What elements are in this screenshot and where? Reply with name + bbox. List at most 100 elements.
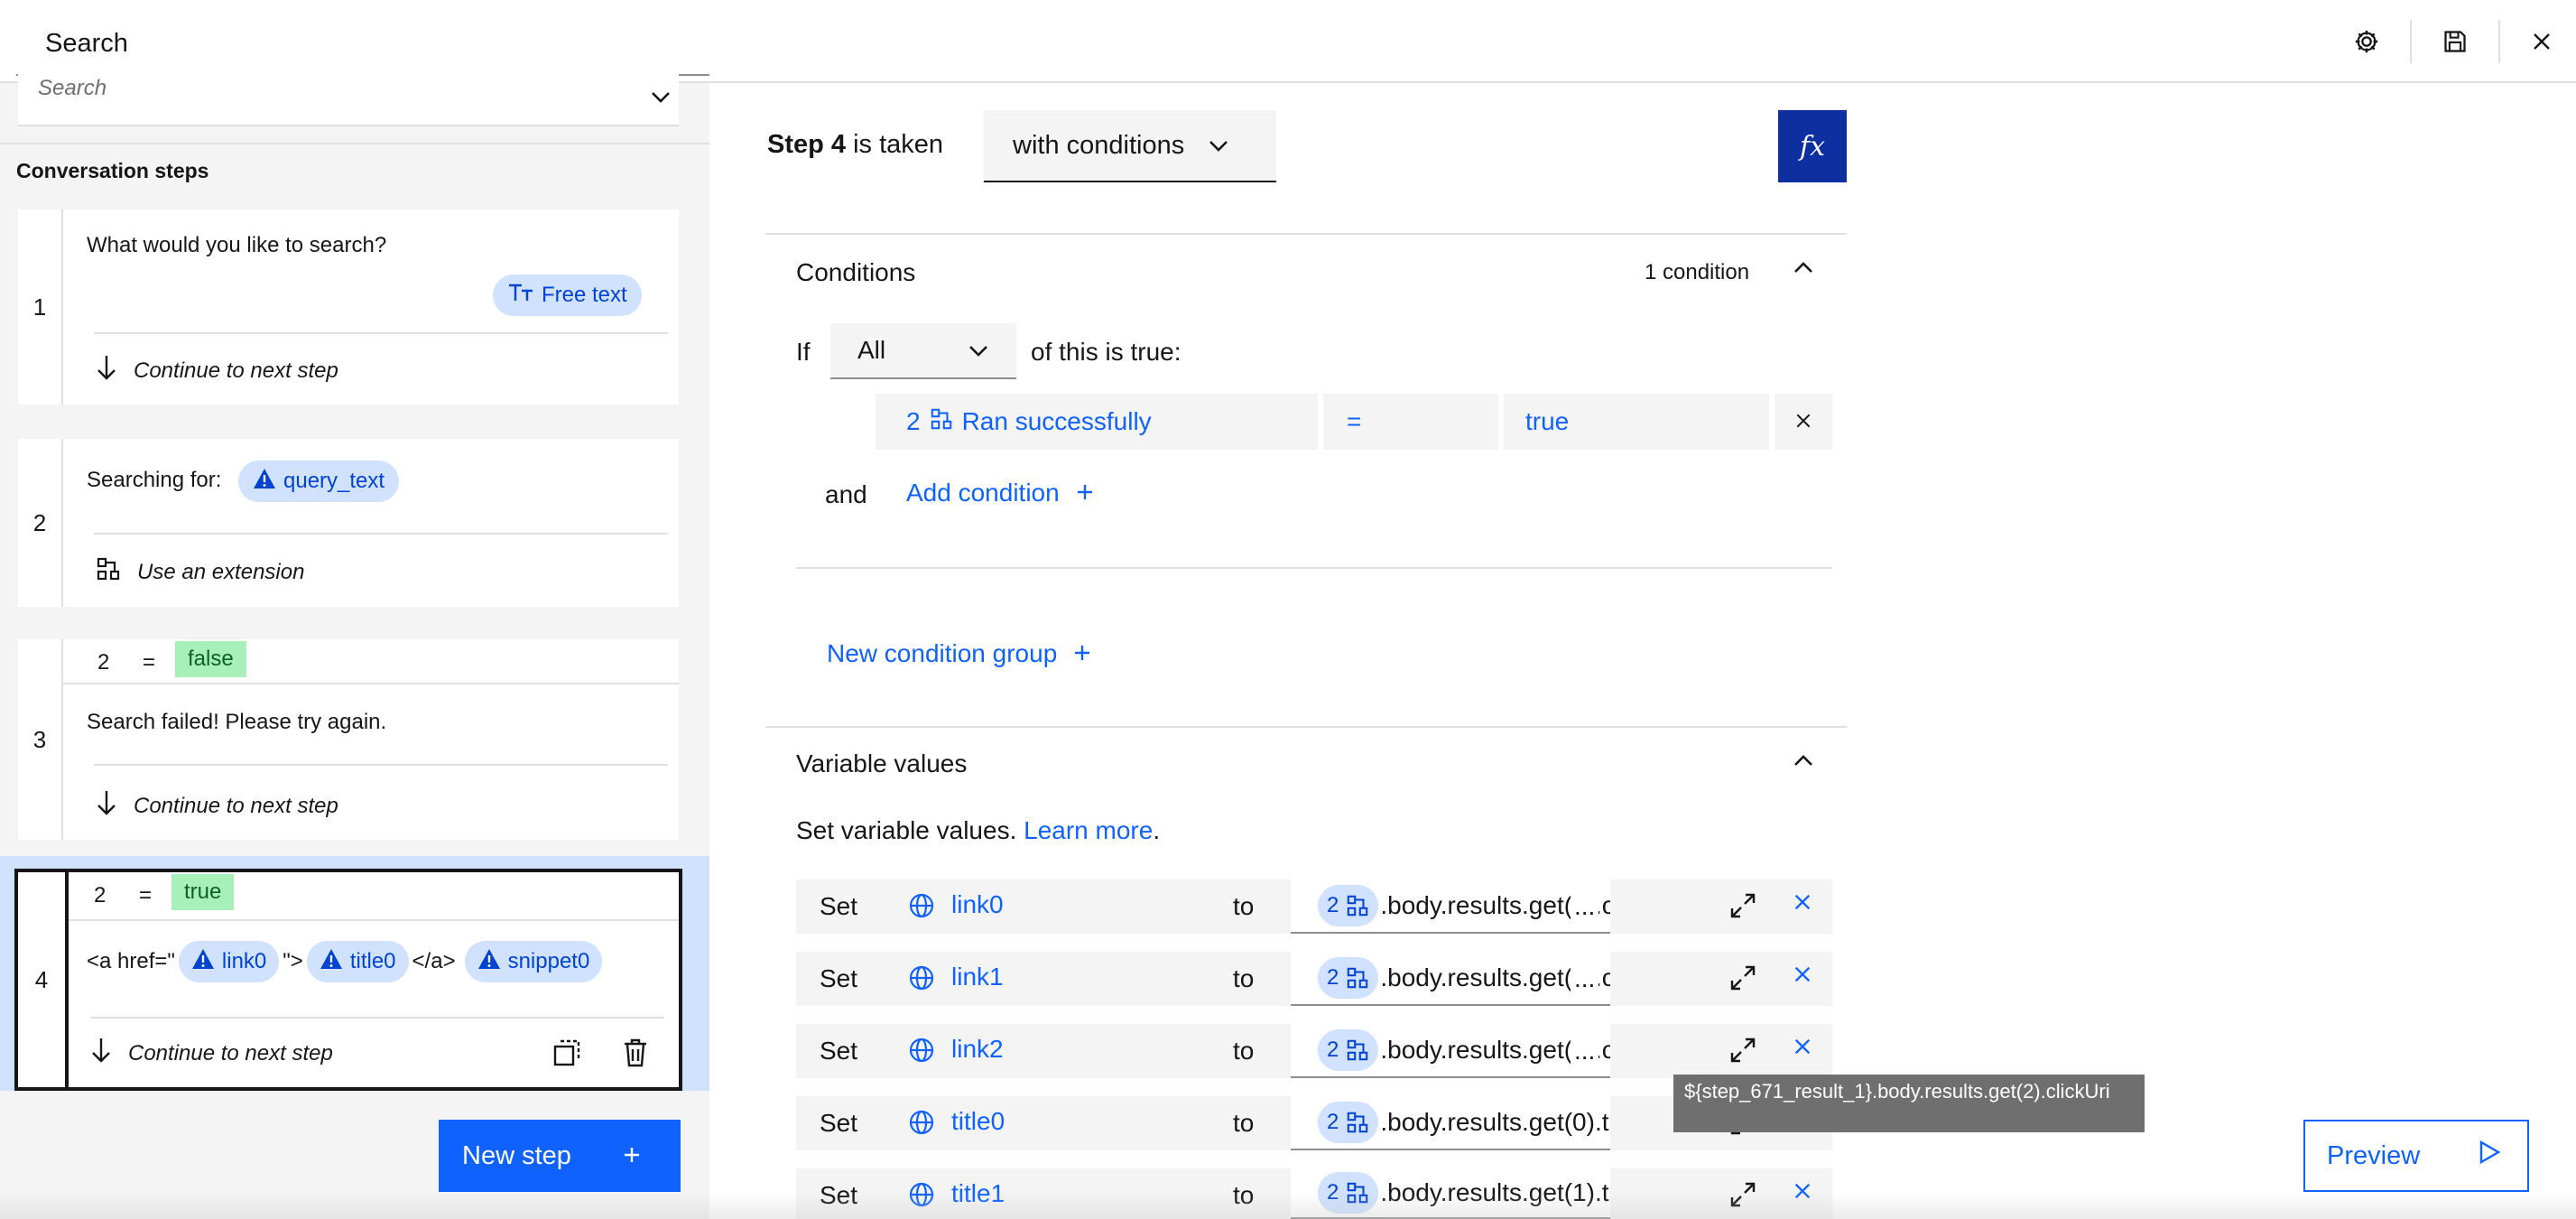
step-card-3[interactable]: 3 2 = false Search failed! Please try ag… <box>18 639 679 840</box>
step-card-4[interactable]: 4 2 = true <a href=" link0 "> title0 </a… <box>14 869 682 1091</box>
expression-field[interactable]: 2 .body.results.get(2).clickUri <box>1291 1024 1610 1078</box>
step-card-2[interactable]: 2 Searching for: query_text Use an exten… <box>18 439 679 607</box>
condition-operator-field[interactable]: = <box>1323 394 1498 450</box>
variable-row: Set link1 to 2 .body.results.get(1).clic… <box>796 952 1832 1006</box>
globe-icon <box>908 1181 935 1213</box>
divider <box>796 567 1832 569</box>
add-condition-label: Add condition <box>906 479 1060 507</box>
chip-label: query_text <box>283 469 385 493</box>
chip-step-number: 2 <box>1327 1110 1339 1134</box>
preview-button[interactable]: Preview <box>2303 1120 2529 1192</box>
new-condition-group-button[interactable]: New condition group <box>827 639 1091 668</box>
close-icon <box>1794 407 1812 436</box>
expand-icon[interactable] <box>1729 1181 1756 1213</box>
arrow-down-icon <box>96 354 117 387</box>
chip-step-number: 2 <box>1327 1180 1339 1205</box>
truncation-ellipsis: ... <box>1571 892 1599 921</box>
warning-icon <box>320 948 343 976</box>
step-text: Search failed! Please try again. <box>87 710 387 734</box>
variable-name-link[interactable]: link2 <box>951 1035 1004 1064</box>
expand-icon[interactable] <box>1729 892 1756 924</box>
condition-step-number: 2 <box>906 407 921 435</box>
set-label: Set <box>820 1109 858 1137</box>
period: . <box>1153 816 1161 844</box>
link0-chip: link0 <box>178 941 280 982</box>
to-label: to <box>1233 1109 1255 1137</box>
variable-name-link[interactable]: title1 <box>951 1179 1005 1208</box>
expand-icon[interactable] <box>1729 1037 1756 1068</box>
step-response-text: <a href=" link0 "> title0 </a> snippet0 <box>87 941 603 982</box>
add-condition-button[interactable]: Add condition <box>906 479 1094 507</box>
search-placeholder: Search <box>38 76 107 100</box>
step-number: 3 <box>18 639 63 840</box>
divider <box>0 143 709 144</box>
condition-value-field[interactable]: true <box>1504 394 1769 450</box>
if-label: If <box>796 338 811 366</box>
condition-subject-field[interactable]: 2 Ran successfully <box>876 394 1318 450</box>
chip-step-number: 2 <box>1327 1038 1339 1062</box>
expression-field[interactable]: 2 .body.results.get(1).title <box>1291 1168 1610 1219</box>
chip-label: Free text <box>542 283 627 307</box>
chevron-up-icon[interactable] <box>1793 753 1814 772</box>
close-icon[interactable] <box>1793 964 1812 989</box>
remove-condition-button[interactable] <box>1774 394 1832 450</box>
action-title-field[interactable]: Search <box>16 16 709 76</box>
all-any-dropdown[interactable]: All <box>830 323 1016 379</box>
expand-icon[interactable] <box>1729 964 1756 996</box>
chip-label: link0 <box>221 949 267 973</box>
variable-name-link[interactable]: link0 <box>951 890 1004 919</box>
warning-icon <box>191 948 215 976</box>
close-icon[interactable] <box>1793 1181 1812 1205</box>
divider <box>90 1017 664 1019</box>
preview-label: Preview <box>2327 1140 2421 1170</box>
condition-left: 2 <box>94 883 107 907</box>
new-step-label: New step <box>462 1140 571 1170</box>
extension-icon <box>96 556 121 588</box>
learn-more-link[interactable]: Learn more <box>1024 816 1153 844</box>
close-icon[interactable] <box>2520 20 2563 63</box>
condition-value-tag: true <box>171 874 235 910</box>
save-icon[interactable] <box>2433 20 2477 63</box>
divider <box>94 764 668 766</box>
footer-label: Use an extension <box>137 559 305 584</box>
step-number: 1 <box>18 209 63 405</box>
set-label: Set <box>820 1181 858 1209</box>
duplicate-icon[interactable] <box>552 1038 581 1072</box>
step-condition-row: 2 = true <box>69 872 679 921</box>
step-taken-dropdown[interactable]: with conditions <box>984 110 1276 182</box>
plus-icon <box>1076 479 1094 507</box>
close-icon[interactable] <box>1793 892 1812 917</box>
close-icon[interactable] <box>1793 1037 1812 1061</box>
variable-name-link[interactable]: link1 <box>951 963 1004 991</box>
divider <box>94 332 668 334</box>
step-condition-row: 2 = false <box>63 639 679 684</box>
expression-fx-button[interactable]: fx <box>1778 110 1847 182</box>
expression-text: .body.results.get(1).title <box>1380 1178 1610 1206</box>
globe-icon <box>908 1037 935 1068</box>
step-number: 4 <box>18 872 69 1087</box>
variable-name-link[interactable]: title0 <box>951 1107 1005 1136</box>
title0-chip: title0 <box>306 941 409 982</box>
expression-field[interactable]: 2 .body.results.get(0).clickUri <box>1291 879 1610 934</box>
step-text: What would you like to search? <box>87 233 387 257</box>
expression-field[interactable]: 2 .body.results.get(1).clickUri <box>1291 952 1610 1006</box>
step-label-bold: Step 4 <box>767 130 847 159</box>
condition-field-label: Ran successfully <box>961 407 1152 435</box>
extension-icon <box>1348 1039 1368 1061</box>
step-text: Searching for: <box>87 468 222 492</box>
expression-field[interactable]: 2 .body.results.get(0).title <box>1291 1096 1610 1150</box>
variable-values-title: Variable values <box>796 749 968 777</box>
variable-row: Set link0 to 2 .body.results.get(0).clic… <box>796 879 1832 934</box>
chevron-down-icon[interactable] <box>650 90 672 109</box>
step-search-input[interactable]: Search <box>18 70 679 126</box>
delete-icon[interactable] <box>623 1038 648 1072</box>
step-card-1[interactable]: 1 What would you like to search? Free te… <box>18 209 679 405</box>
divider <box>94 533 668 535</box>
new-step-button[interactable]: New step <box>439 1120 681 1192</box>
extension-icon <box>1348 967 1368 989</box>
set-label: Set <box>820 1037 858 1065</box>
chevron-up-icon[interactable] <box>1793 260 1814 279</box>
conversation-steps-heading: Conversation steps <box>16 159 209 182</box>
arrow-down-icon <box>90 1037 112 1070</box>
gear-icon[interactable] <box>2345 20 2388 63</box>
